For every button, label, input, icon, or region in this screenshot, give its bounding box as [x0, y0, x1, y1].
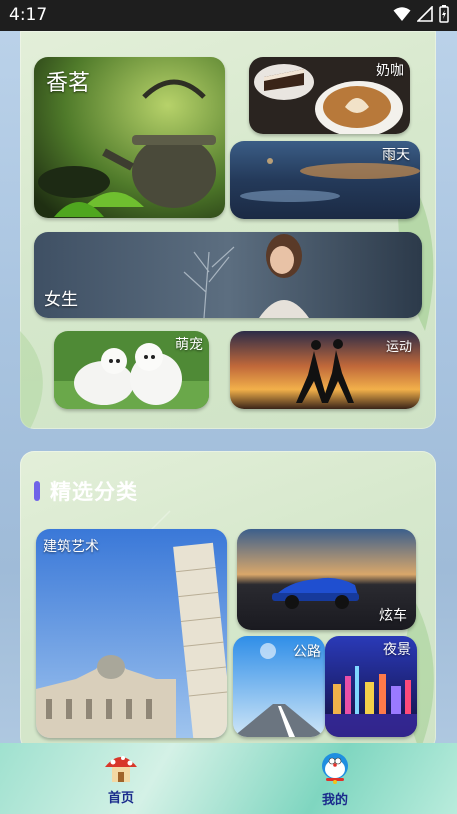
wifi-icon: [393, 7, 411, 21]
tile-coffee[interactable]: 奶咖: [249, 57, 410, 134]
tile-pet[interactable]: 萌宠: [54, 331, 209, 409]
tile-label-girl: 女生: [44, 290, 78, 310]
nav-home[interactable]: 首页: [91, 751, 151, 806]
tile-rainy[interactable]: 雨天: [230, 141, 420, 219]
tile-tea[interactable]: 香茗: [34, 57, 225, 218]
girl-image-icon: [34, 232, 422, 318]
tile-night[interactable]: 夜景: [325, 636, 417, 737]
leaning-tower-image-icon: [36, 529, 227, 738]
section-accent-bar: [34, 481, 40, 501]
battery-icon: [439, 5, 449, 23]
nav-mine-label: 我的: [321, 793, 348, 808]
tile-label-night: 夜景: [383, 642, 411, 658]
tile-label-coffee: 奶咖: [376, 63, 404, 79]
tile-girl[interactable]: 女生: [34, 232, 422, 318]
tile-label-pet: 萌宠: [175, 337, 203, 353]
tile-label-architecture: 建筑艺术: [43, 539, 99, 555]
mushroom-house-icon: [105, 756, 137, 782]
nav-home-label: 首页: [107, 791, 134, 806]
tile-car[interactable]: 炫车: [237, 529, 416, 630]
nav-mine[interactable]: 我的: [305, 751, 365, 808]
signal-icon: [417, 6, 433, 22]
section-title: 精选分类: [34, 476, 138, 506]
tile-road[interactable]: 公路: [233, 636, 325, 737]
tile-label-road: 公路: [293, 644, 321, 660]
status-time: 4:17: [9, 5, 48, 25]
status-icons: [393, 5, 449, 23]
section-title-text: 精选分类: [50, 480, 138, 504]
tile-architecture[interactable]: 建筑艺术: [36, 529, 227, 738]
doraemon-icon: [322, 753, 348, 784]
tile-label-car: 炫车: [379, 608, 407, 624]
tile-label-tea: 香茗: [46, 71, 91, 96]
tile-label-rainy: 雨天: [382, 147, 410, 163]
status-bar: 4:17: [0, 0, 457, 31]
bottom-nav: 首页 我的: [0, 743, 457, 814]
tile-sport[interactable]: 运动: [230, 331, 420, 409]
tile-label-sport: 运动: [385, 340, 412, 355]
